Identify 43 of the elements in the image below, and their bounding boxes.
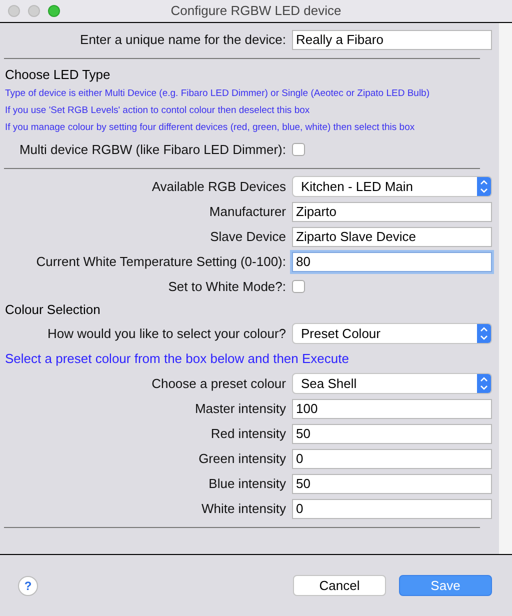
text-field[interactable]: 100 bbox=[292, 398, 492, 418]
dropdown[interactable]: Preset Colour bbox=[292, 323, 492, 344]
stepper-icon bbox=[477, 324, 491, 343]
hint-text: Type of device is either Multi Device (e.g. Fibaro LED Dimmer) or Single (Aeotec or Zipato LED Bulb) bbox=[5, 87, 430, 102]
checkbox[interactable] bbox=[292, 280, 305, 293]
hint-text: If you use 'Set RGB Levels' action to contol colour then deselect this box bbox=[5, 104, 310, 118]
field-label: Enter a unique name for the device: bbox=[80, 32, 286, 46]
cancel-button[interactable]: Cancel bbox=[293, 575, 386, 596]
field-label: White intensity bbox=[201, 500, 286, 516]
stepper-icon bbox=[477, 374, 491, 393]
field-label: Multi device RGBW (like Fibaro LED Dimmer): bbox=[19, 142, 286, 156]
text-field[interactable]: 0 bbox=[292, 498, 492, 518]
dropdown[interactable]: Sea Shell bbox=[292, 373, 492, 394]
field-label: Master intensity bbox=[194, 400, 286, 416]
window-title: Configure RGBW LED device bbox=[170, 2, 342, 20]
text-field[interactable]: Ziparto bbox=[292, 202, 492, 222]
dropdown[interactable]: Kitchen - LED Main bbox=[292, 176, 492, 197]
field-label: Red intensity bbox=[210, 426, 286, 440]
hint-text: Select a preset colour from the box below and then Execute bbox=[5, 350, 349, 368]
help-button[interactable]: ? bbox=[18, 576, 38, 596]
hint-text: If you manage colour by setting four different devices (red, green, blue, white) then select this box bbox=[5, 121, 415, 136]
text-field[interactable]: 0 bbox=[292, 448, 492, 468]
zoom-button[interactable] bbox=[48, 5, 60, 17]
section-heading: Choose LED Type bbox=[5, 66, 110, 84]
text-field[interactable]: 50 bbox=[292, 424, 492, 444]
field-label: Choose a preset colour bbox=[152, 376, 286, 390]
text-field[interactable]: Really a Fibaro bbox=[292, 30, 492, 50]
field-label: Set to White Mode?: bbox=[168, 278, 286, 294]
section-heading: Colour Selection bbox=[5, 301, 100, 320]
close-button[interactable] bbox=[8, 5, 20, 17]
text-field[interactable]: 50 bbox=[292, 474, 492, 494]
field-label: Current White Temperature Setting (0-100): bbox=[36, 254, 286, 268]
text-field[interactable]: 80 bbox=[292, 252, 492, 272]
field-label: Manufacturer bbox=[209, 204, 286, 218]
checkbox[interactable] bbox=[292, 143, 305, 156]
field-label: How would you like to select your colour? bbox=[48, 326, 286, 340]
field-label: Blue intensity bbox=[208, 476, 286, 490]
minimize-button[interactable] bbox=[28, 5, 40, 17]
text-field[interactable]: Ziparto Slave Device bbox=[292, 226, 492, 246]
field-label: Slave Device bbox=[210, 228, 286, 244]
stepper-icon bbox=[477, 177, 491, 196]
field-label: Available RGB Devices bbox=[152, 178, 286, 194]
field-label: Green intensity bbox=[198, 450, 286, 466]
